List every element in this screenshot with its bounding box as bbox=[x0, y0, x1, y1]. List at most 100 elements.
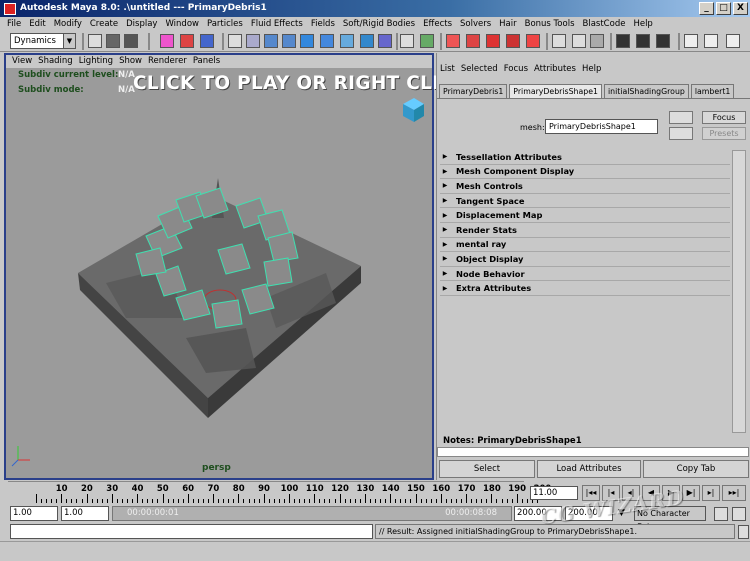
menu-display[interactable]: Display bbox=[122, 17, 161, 31]
section-tangent-space[interactable]: ▶ Tangent Space bbox=[440, 193, 730, 209]
menu-hair[interactable]: Hair bbox=[495, 17, 520, 31]
rope-icon[interactable] bbox=[486, 34, 500, 48]
viewport-menu-renderer[interactable]: Renderer bbox=[145, 55, 190, 68]
command-input[interactable] bbox=[10, 524, 373, 539]
new-scene-icon[interactable] bbox=[88, 34, 102, 48]
open-scene-icon[interactable] bbox=[106, 34, 120, 48]
render-settings-icon[interactable] bbox=[656, 34, 670, 48]
section-object-display[interactable]: ▶ Object Display bbox=[440, 252, 730, 267]
step-forward-key-button[interactable]: ▸| bbox=[702, 485, 720, 501]
viewport-canvas[interactable]: Subdiv current level: N/A Subdiv mode: N… bbox=[6, 68, 432, 478]
select-button[interactable]: Select bbox=[439, 460, 535, 478]
save-scene-icon[interactable] bbox=[124, 34, 138, 48]
section-mental-ray[interactable]: ▶ mental ray bbox=[440, 237, 730, 253]
menu-modify[interactable]: Modify bbox=[50, 17, 86, 31]
animation-start-field[interactable]: 1.00 bbox=[10, 506, 58, 521]
snap-plane-icon[interactable] bbox=[282, 34, 296, 48]
section-mesh-component-display[interactable]: ▶ Mesh Component Display bbox=[440, 164, 730, 180]
viewport-menu-shading[interactable]: Shading bbox=[35, 55, 76, 68]
vertical-scrollbar[interactable] bbox=[732, 150, 746, 433]
channel-box-icon[interactable] bbox=[726, 34, 740, 48]
gravity-icon[interactable] bbox=[320, 34, 334, 48]
render-icon[interactable] bbox=[420, 34, 434, 48]
section-node-behavior[interactable]: ▶ Node Behavior bbox=[440, 266, 730, 282]
menu-set-dropdown[interactable]: Dynamics ▼ bbox=[10, 33, 76, 49]
time-slider[interactable]: 10 20 30 40 50 60 70 80 90 100 110 120 130 140 150 160 1… bbox=[8, 481, 551, 503]
help-icon[interactable] bbox=[378, 34, 392, 48]
section-displacement-map[interactable]: ▶ Displacement Map bbox=[440, 208, 730, 223]
ae-menu-list[interactable]: List bbox=[437, 63, 458, 76]
spring-icon[interactable] bbox=[526, 34, 540, 48]
menu-help[interactable]: Help bbox=[629, 17, 656, 31]
attribute-editor-icon[interactable] bbox=[684, 34, 698, 48]
viewport-menu-view[interactable]: View bbox=[9, 55, 35, 68]
menu-soft-rigid-bodies[interactable]: Soft/Rigid Bodies bbox=[339, 17, 419, 31]
menu-particles[interactable]: Particles bbox=[203, 17, 247, 31]
maximize-button[interactable]: □ bbox=[716, 2, 731, 15]
load-attributes-button[interactable]: Load Attributes bbox=[537, 460, 641, 478]
go-to-input-icon[interactable] bbox=[669, 111, 693, 124]
tab-lambert1[interactable]: lambert1 bbox=[690, 84, 735, 98]
rigid-body-icon[interactable] bbox=[300, 34, 314, 48]
section-tessellation-attributes[interactable]: ▶ Tessellation Attributes bbox=[440, 150, 730, 165]
snap-grid-icon[interactable] bbox=[228, 34, 242, 48]
render-frame-icon[interactable] bbox=[616, 34, 630, 48]
select-hierarchy-icon[interactable] bbox=[160, 34, 174, 48]
show-hide-icon[interactable] bbox=[590, 34, 604, 48]
sphere-icon[interactable] bbox=[360, 34, 374, 48]
close-button[interactable]: X bbox=[733, 2, 748, 15]
range-slider[interactable]: 00:00:00:01 00:00:08:08 bbox=[112, 506, 512, 521]
tab-primarydebrisshape1[interactable]: PrimaryDebrisShape1 bbox=[509, 84, 602, 98]
menu-blastcode[interactable]: BlastCode bbox=[579, 17, 630, 31]
select-component-icon[interactable] bbox=[200, 34, 214, 48]
select-object-icon[interactable] bbox=[180, 34, 194, 48]
menu-file[interactable]: File bbox=[3, 17, 25, 31]
menu-create[interactable]: Create bbox=[86, 17, 122, 31]
ipr-render-icon[interactable] bbox=[636, 34, 650, 48]
menu-effects[interactable]: Effects bbox=[419, 17, 456, 31]
minimize-button[interactable]: _ bbox=[699, 2, 714, 15]
section-extra-attributes[interactable]: ▶ Extra Attributes bbox=[440, 281, 730, 296]
menu-window[interactable]: Window bbox=[161, 17, 203, 31]
view-cube[interactable] bbox=[403, 98, 424, 122]
copy-tab-button[interactable]: Copy Tab bbox=[643, 460, 749, 478]
auto-key-icon[interactable] bbox=[714, 507, 728, 521]
playback-start-field[interactable]: 1.00 bbox=[61, 506, 109, 521]
tab-primarydebris1[interactable]: PrimaryDebris1 bbox=[439, 84, 508, 98]
go-to-end-button[interactable]: ▸▸| bbox=[722, 485, 746, 501]
blast-icon[interactable] bbox=[446, 34, 460, 48]
menu-fields[interactable]: Fields bbox=[307, 17, 339, 31]
lock-icon[interactable] bbox=[400, 34, 414, 48]
preferences-icon[interactable] bbox=[732, 507, 746, 521]
input-ops-icon[interactable] bbox=[552, 34, 566, 48]
script-editor-icon[interactable] bbox=[738, 525, 749, 539]
notes-field[interactable] bbox=[437, 447, 749, 457]
ae-menu-help[interactable]: Help bbox=[579, 63, 604, 76]
section-render-stats[interactable]: ▶ Render Stats bbox=[440, 222, 730, 238]
viewport-panel[interactable]: View Shading Lighting Show Renderer Pane… bbox=[4, 53, 434, 480]
viewport-menu-panels[interactable]: Panels bbox=[190, 55, 223, 68]
field-icon[interactable] bbox=[340, 34, 354, 48]
ae-menu-focus[interactable]: Focus bbox=[501, 63, 531, 76]
viewport-menu-show[interactable]: Show bbox=[116, 55, 145, 68]
curl-icon[interactable] bbox=[506, 34, 520, 48]
go-to-output-icon[interactable] bbox=[669, 127, 693, 140]
menu-edit[interactable]: Edit bbox=[25, 17, 49, 31]
menu-fluid-effects[interactable]: Fluid Effects bbox=[247, 17, 307, 31]
tool-settings-icon[interactable] bbox=[704, 34, 718, 48]
menu-solvers[interactable]: Solvers bbox=[456, 17, 495, 31]
step-forward-frame-button[interactable]: ▶| bbox=[682, 485, 700, 501]
current-frame-field[interactable]: 11.00 bbox=[530, 486, 578, 500]
magnet-icon[interactable] bbox=[466, 34, 480, 48]
snap-curve-icon[interactable] bbox=[246, 34, 260, 48]
ae-menu-selected[interactable]: Selected bbox=[458, 63, 501, 76]
mesh-name-field[interactable]: PrimaryDebrisShape1 bbox=[545, 119, 658, 134]
ae-menu-attributes[interactable]: Attributes bbox=[531, 63, 579, 76]
section-mesh-controls[interactable]: ▶ Mesh Controls bbox=[440, 179, 730, 194]
focus-button[interactable]: Focus bbox=[702, 111, 746, 124]
viewport-menu-lighting[interactable]: Lighting bbox=[76, 55, 116, 68]
snap-point-icon[interactable] bbox=[264, 34, 278, 48]
presets-button[interactable]: Presets bbox=[702, 127, 746, 140]
menu-bonus-tools[interactable]: Bonus Tools bbox=[521, 17, 579, 31]
tab-initialshadinggroup[interactable]: initialShadingGroup bbox=[603, 84, 689, 98]
